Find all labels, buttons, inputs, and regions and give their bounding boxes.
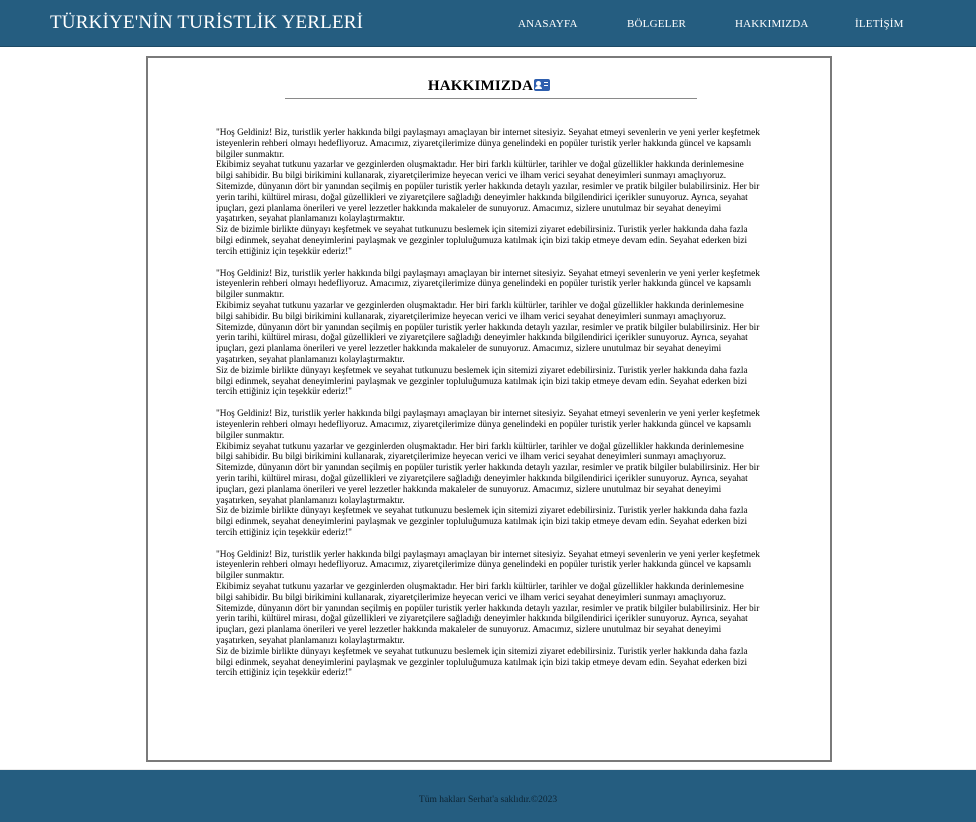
header-bar: TÜRKİYE'NİN TURİSTLİK YERLERİ ANASAYFA B…: [0, 0, 976, 47]
copyright-text: Tüm hakları Serhat'a saklıdır.©2023: [418, 795, 558, 805]
about-paragraph: "Hoş Geldiniz! Biz, turistlik yerler hak…: [216, 549, 760, 679]
nav-link-hakkimizda[interactable]: HAKKIMIZDA: [735, 18, 809, 30]
nav-link-anasayfa[interactable]: ANASAYFA: [518, 18, 578, 30]
id-card-icon: [534, 79, 551, 91]
about-panel: HAKKIMIZDA "Hoş Geldiniz! Biz, turistlik…: [146, 56, 832, 762]
page-heading: HAKKIMIZDA: [148, 78, 830, 95]
about-paragraph: "Hoş Geldiniz! Biz, turistlik yerler hak…: [216, 409, 760, 538]
nav-link-iletisim[interactable]: İLETİŞİM: [855, 18, 904, 30]
footer-bar: Tüm hakları Serhat'a saklıdır.©2023: [0, 770, 976, 822]
nav-link-bolgeler[interactable]: BÖLGELER: [627, 18, 686, 30]
page-title: HAKKIMIZDA: [427, 78, 534, 94]
about-paragraph: "Hoş Geldiniz! Biz, turistlik yerler hak…: [216, 128, 760, 257]
about-content: "Hoş Geldiniz! Biz, turistlik yerler hak…: [216, 128, 762, 690]
site-title[interactable]: TÜRKİYE'NİN TURİSTLİK YERLERİ: [50, 12, 363, 34]
about-paragraph: "Hoş Geldiniz! Biz, turistlik yerler hak…: [216, 268, 760, 398]
title-divider: [285, 98, 697, 99]
